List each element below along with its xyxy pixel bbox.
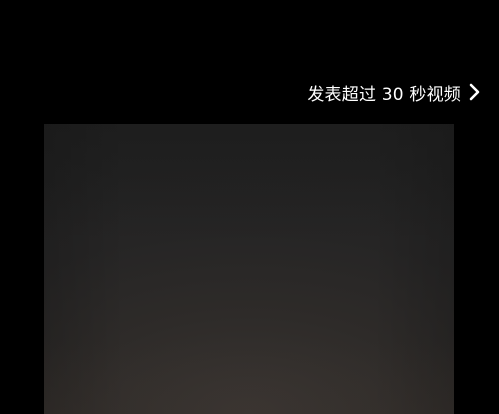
video-preview-frame: [44, 124, 454, 414]
post-long-video-label: 发表超过 30 秒视频: [307, 84, 461, 105]
video-preview[interactable]: [44, 124, 454, 414]
video-publish-screen: 发表超过 30 秒视频: [0, 0, 499, 414]
chevron-right-icon: [469, 83, 480, 101]
post-long-video-button[interactable]: 发表超过 30 秒视频: [307, 78, 481, 106]
